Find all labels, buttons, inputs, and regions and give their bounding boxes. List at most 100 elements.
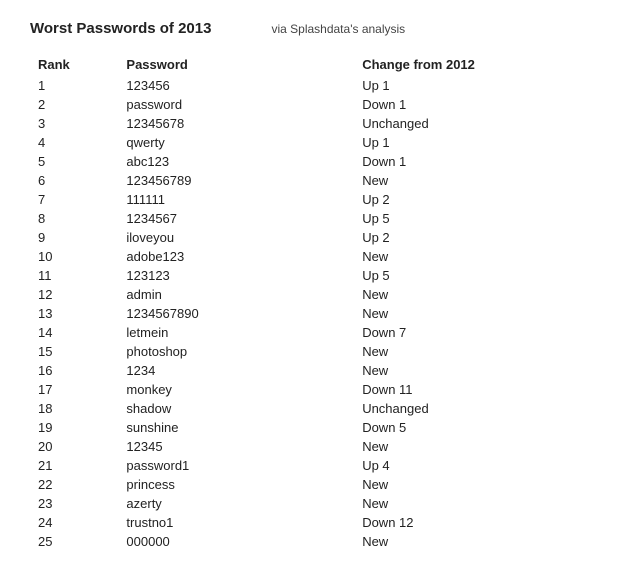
cell-change: Up 4 [354, 456, 590, 475]
cell-change: New [354, 494, 590, 513]
table-row: 161234New [30, 361, 590, 380]
source-attribution: via Splashdata's analysis [271, 22, 405, 36]
table-row: 12adminNew [30, 285, 590, 304]
cell-rank: 15 [30, 342, 118, 361]
cell-rank: 3 [30, 114, 118, 133]
cell-change: Unchanged [354, 114, 590, 133]
cell-password: 12345678 [118, 114, 354, 133]
cell-change: Down 5 [354, 418, 590, 437]
cell-change: Up 5 [354, 266, 590, 285]
cell-change: Down 7 [354, 323, 590, 342]
cell-change: New [354, 304, 590, 323]
cell-change: Up 1 [354, 133, 590, 152]
cell-rank: 16 [30, 361, 118, 380]
table-row: 14letmeinDown 7 [30, 323, 590, 342]
cell-rank: 1 [30, 76, 118, 95]
cell-change: Up 1 [354, 76, 590, 95]
cell-password: 1234567890 [118, 304, 354, 323]
table-row: 2012345New [30, 437, 590, 456]
cell-change: Up 2 [354, 228, 590, 247]
cell-change: Down 12 [354, 513, 590, 532]
cell-password: 123456 [118, 76, 354, 95]
page-title: Worst Passwords of 2013 [30, 20, 211, 37]
table-row: 1123456Up 1 [30, 76, 590, 95]
cell-password: abc123 [118, 152, 354, 171]
cell-password: password1 [118, 456, 354, 475]
table-row: 11123123Up 5 [30, 266, 590, 285]
table-row: 19sunshineDown 5 [30, 418, 590, 437]
cell-change: New [354, 361, 590, 380]
cell-password: photoshop [118, 342, 354, 361]
cell-rank: 24 [30, 513, 118, 532]
cell-change: New [354, 171, 590, 190]
col-header-rank: Rank [30, 53, 118, 76]
cell-rank: 10 [30, 247, 118, 266]
cell-change: New [354, 247, 590, 266]
cell-password: 12345 [118, 437, 354, 456]
cell-change: Up 2 [354, 190, 590, 209]
table-row: 312345678Unchanged [30, 114, 590, 133]
cell-password: letmein [118, 323, 354, 342]
table-row: 4qwertyUp 1 [30, 133, 590, 152]
table-row: 2passwordDown 1 [30, 95, 590, 114]
cell-password: 123123 [118, 266, 354, 285]
table-header-row: Rank Password Change from 2012 [30, 53, 590, 76]
cell-rank: 20 [30, 437, 118, 456]
cell-rank: 19 [30, 418, 118, 437]
passwords-table: Rank Password Change from 2012 1123456Up… [30, 53, 590, 551]
cell-rank: 23 [30, 494, 118, 513]
cell-password: princess [118, 475, 354, 494]
table-row: 24trustno1Down 12 [30, 513, 590, 532]
cell-rank: 4 [30, 133, 118, 152]
table-row: 10adobe123New [30, 247, 590, 266]
cell-rank: 18 [30, 399, 118, 418]
cell-change: New [354, 285, 590, 304]
table-row: 21password1Up 4 [30, 456, 590, 475]
cell-password: iloveyou [118, 228, 354, 247]
cell-password: trustno1 [118, 513, 354, 532]
cell-rank: 12 [30, 285, 118, 304]
table-row: 15photoshopNew [30, 342, 590, 361]
cell-password: 123456789 [118, 171, 354, 190]
cell-rank: 8 [30, 209, 118, 228]
cell-password: adobe123 [118, 247, 354, 266]
cell-rank: 6 [30, 171, 118, 190]
table-row: 7111111Up 2 [30, 190, 590, 209]
cell-password: admin [118, 285, 354, 304]
cell-password: 1234567 [118, 209, 354, 228]
cell-password: password [118, 95, 354, 114]
cell-change: New [354, 532, 590, 551]
cell-rank: 2 [30, 95, 118, 114]
cell-rank: 9 [30, 228, 118, 247]
cell-change: New [354, 475, 590, 494]
cell-rank: 25 [30, 532, 118, 551]
cell-rank: 14 [30, 323, 118, 342]
cell-rank: 21 [30, 456, 118, 475]
table-row: 17monkeyDown 11 [30, 380, 590, 399]
table-row: 5abc123Down 1 [30, 152, 590, 171]
cell-change: New [354, 342, 590, 361]
cell-password: 1234 [118, 361, 354, 380]
cell-password: shadow [118, 399, 354, 418]
cell-password: azerty [118, 494, 354, 513]
col-header-change: Change from 2012 [354, 53, 590, 76]
table-row: 18shadowUnchanged [30, 399, 590, 418]
cell-password: 111111 [118, 190, 354, 209]
cell-rank: 22 [30, 475, 118, 494]
cell-change: Down 1 [354, 152, 590, 171]
table-row: 6123456789New [30, 171, 590, 190]
cell-rank: 11 [30, 266, 118, 285]
cell-change: Down 1 [354, 95, 590, 114]
cell-password: qwerty [118, 133, 354, 152]
cell-change: Up 5 [354, 209, 590, 228]
table-row: 9iloveyouUp 2 [30, 228, 590, 247]
page-header: Worst Passwords of 2013 via Splashdata's… [30, 20, 590, 37]
cell-password: 000000 [118, 532, 354, 551]
cell-change: New [354, 437, 590, 456]
table-row: 131234567890New [30, 304, 590, 323]
col-header-password: Password [118, 53, 354, 76]
table-row: 22princessNew [30, 475, 590, 494]
table-row: 25000000New [30, 532, 590, 551]
cell-change: Down 11 [354, 380, 590, 399]
cell-rank: 5 [30, 152, 118, 171]
